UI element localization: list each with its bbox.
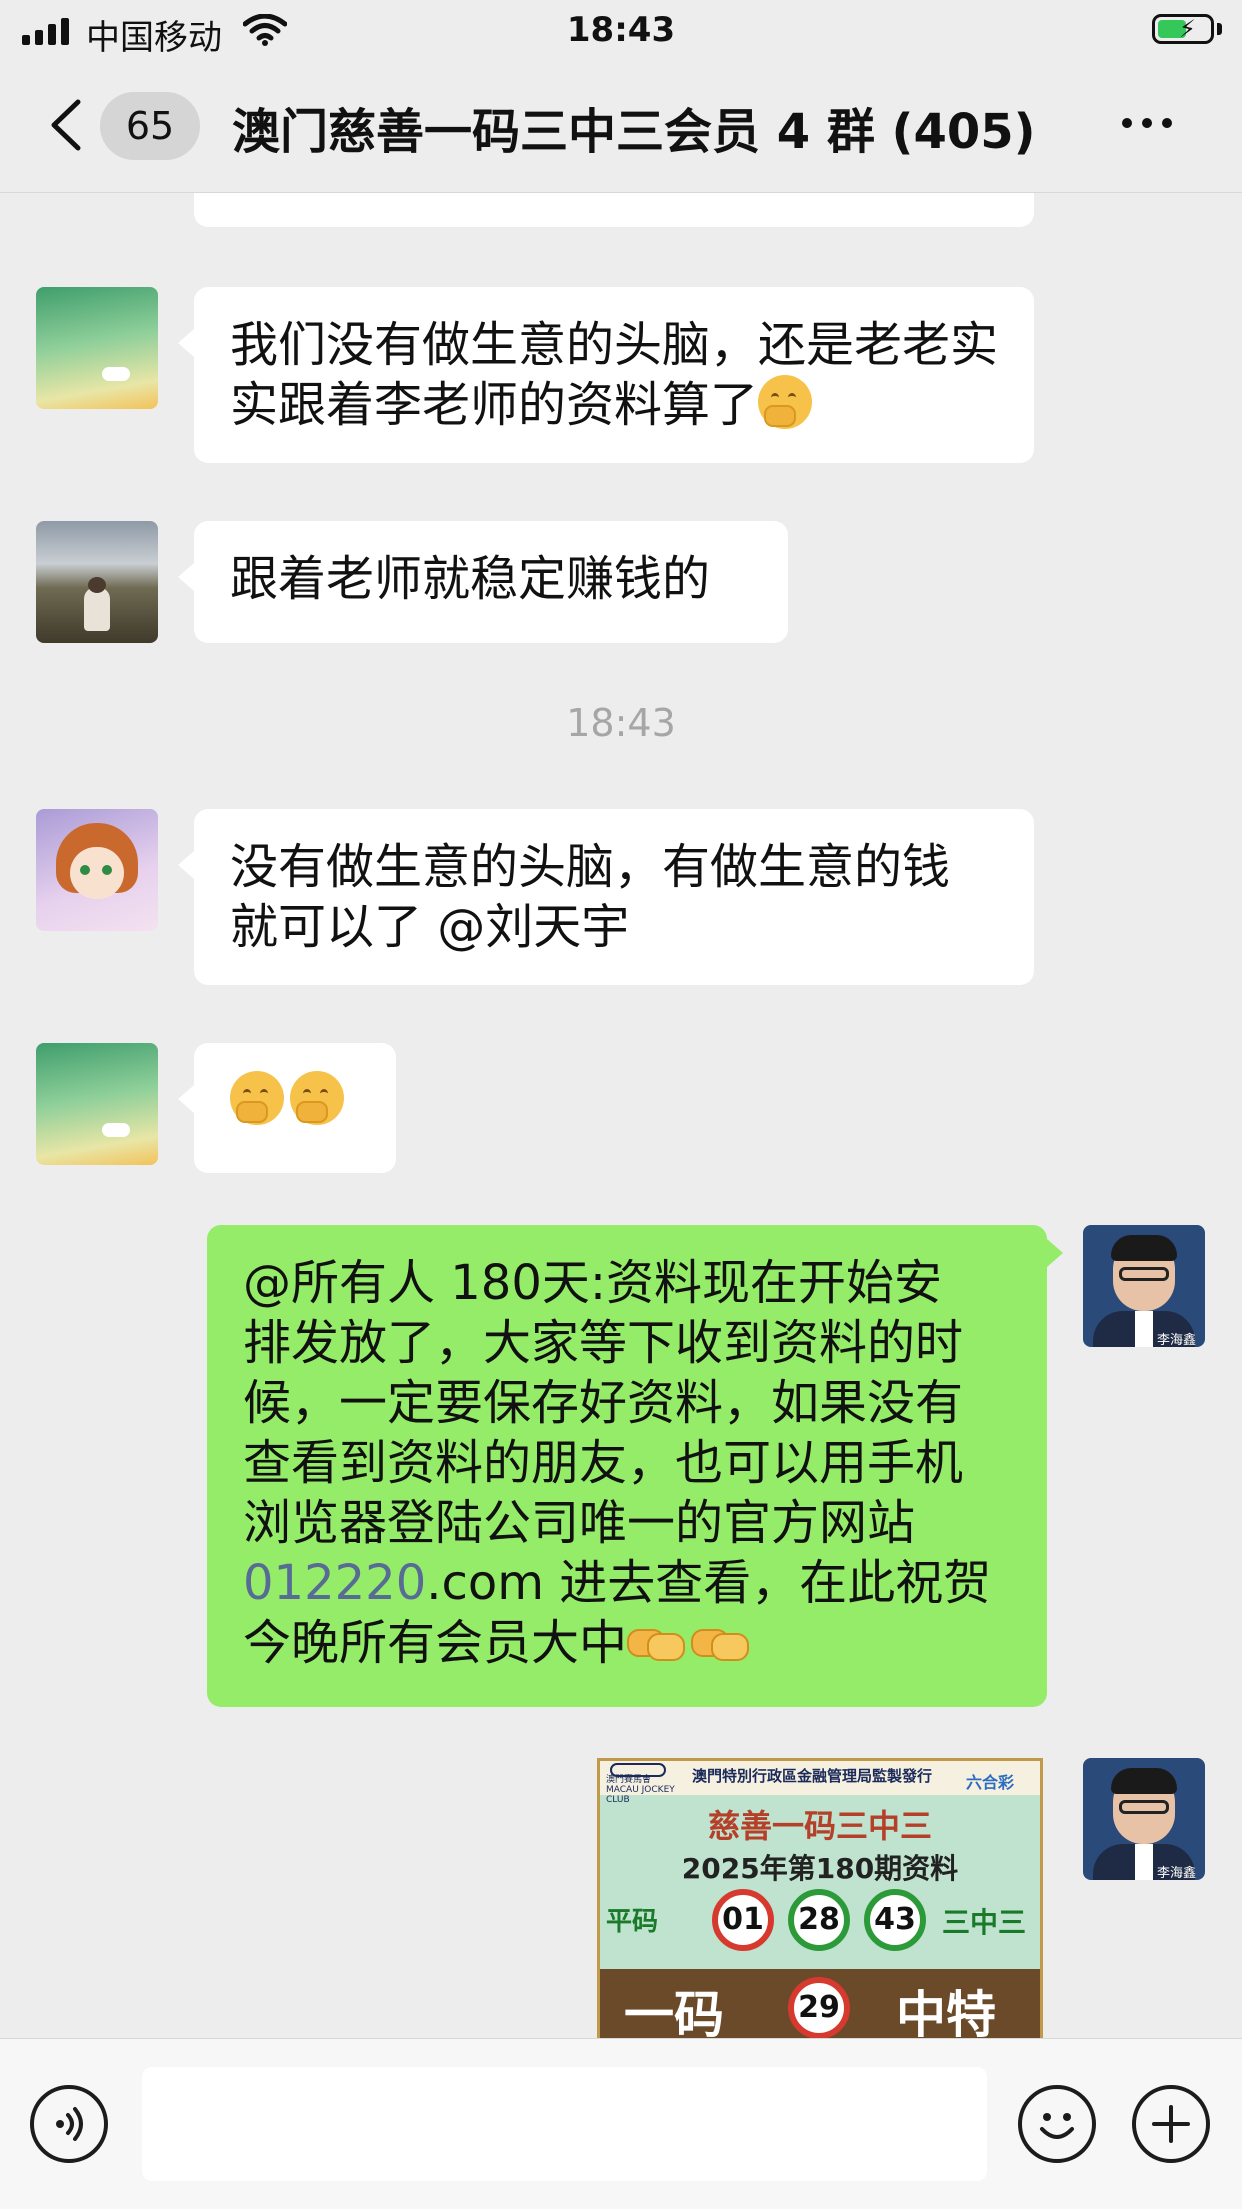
poster-left-label: 平码 (606, 1907, 659, 1937)
message-text: @所有人 180天:资料现在开始安 (243, 1255, 943, 1311)
input-bar (0, 2038, 1242, 2209)
message-bubble-mine[interactable]: @所有人 180天:资料现在开始安 排发放了，大家等下收到资料的时 候，一定要保… (207, 1225, 1047, 1707)
message-text-line: 012220.com 进去查看，在此祝贺 (243, 1553, 1011, 1613)
message-bubble-partial (194, 193, 1034, 227)
message-list[interactable]: 我们没有做生意的头脑，还是老老实实跟着李老师的资料算了 跟着老师就稳定赚钱的 1… (0, 193, 1242, 2038)
thinking-emoji-icon (230, 1071, 284, 1125)
number-ball: 43 (864, 1889, 926, 1951)
chat-header: 65 澳门慈善一码三中三会员 4 群 (405) (0, 62, 1242, 193)
message-text: 就可以了 @刘天宇 (230, 899, 630, 955)
message-bubble[interactable]: 没有做生意的头脑，有做生意的钱 就可以了 @刘天宇 (194, 809, 1034, 985)
website-link[interactable]: 012220 (243, 1555, 426, 1611)
poster-bottom-right: 中特 (896, 1985, 996, 2038)
message-text: .com 进去查看，在此祝贺 (426, 1555, 992, 1611)
message-input[interactable] (142, 2067, 987, 2181)
avatar[interactable] (36, 1043, 158, 1165)
avatar-caption: 李海鑫 (1157, 1866, 1197, 1880)
emoji-button-icon[interactable] (1018, 2085, 1096, 2163)
poster-title: 慈善一码三中三 (707, 1807, 932, 1845)
timestamp: 18:43 (566, 701, 676, 745)
chat-title: 澳门慈善一码三中三会员 4 群 (405) (232, 104, 1036, 160)
message-text: 跟着老师就稳定赚钱的 (230, 551, 711, 607)
message-bubble[interactable]: 跟着老师就稳定赚钱的 (194, 521, 788, 643)
unread-count-badge[interactable]: 65 (100, 92, 200, 160)
thinking-emoji-icon (290, 1071, 344, 1125)
avatar[interactable] (36, 809, 158, 931)
back-chevron-icon[interactable] (38, 90, 108, 160)
thinking-emoji-icon (758, 375, 813, 429)
message-bubble[interactable] (194, 1043, 396, 1173)
voice-input-icon[interactable] (30, 2085, 108, 2163)
poster-brand: 六合彩 (966, 1773, 1015, 1792)
avatar-caption: 李海鑫 (1157, 1333, 1197, 1347)
status-bar: 中国移动 18:43 ⚡ (0, 0, 1242, 62)
message-text: 今晚所有会员大中 (243, 1615, 628, 1671)
avatar-self[interactable]: 李海鑫 (1083, 1225, 1205, 1347)
special-number-ball: 29 (788, 1977, 850, 2038)
poster-bottom-left: 一码 (624, 1985, 724, 2038)
status-time: 18:43 (566, 10, 676, 50)
message-bubble[interactable]: 我们没有做生意的头脑，还是老老实实跟着李老师的资料算了 (194, 287, 1034, 463)
more-options-icon[interactable] (1122, 118, 1172, 128)
plus-icon[interactable] (1132, 2085, 1210, 2163)
message-text: 我们没有做生意的头脑，还是老老实实跟着李老师的资料算了 (230, 317, 999, 433)
number-ball: 01 (712, 1889, 774, 1951)
avatar[interactable] (36, 287, 158, 409)
handshake-emoji-icon (691, 1621, 750, 1663)
poster-right-label: 三中三 (942, 1906, 1027, 1939)
poster-issue: 2025年第180期资料 (681, 1852, 959, 1885)
message-text: 浏览器登陆公司唯一的官方网站 (243, 1495, 916, 1551)
message-text: 候，一定要保存好资料，如果没有 (243, 1375, 964, 1431)
message-text-line: 今晚所有会员大中 (243, 1613, 1011, 1673)
number-ball: 28 (788, 1889, 850, 1951)
battery-icon: ⚡ (1152, 14, 1214, 44)
handshake-emoji-icon (627, 1621, 686, 1663)
message-text: 排发放了，大家等下收到资料的时 (243, 1315, 964, 1371)
battery-tip (1217, 23, 1222, 35)
poster-issuer: 澳門特別行政區金融管理局監製發行 (692, 1767, 933, 1785)
avatar[interactable] (36, 521, 158, 643)
avatar-self[interactable]: 李海鑫 (1083, 1758, 1205, 1880)
lottery-image-message[interactable]: 澳門賽馬會 MACAU JOCKEY CLUB 澳門特別行政區金融管理局監製發行… (597, 1758, 1043, 2038)
message-text: 查看到资料的朋友，也可以用手机 (243, 1435, 964, 1491)
message-text: 没有做生意的头脑，有做生意的钱 (230, 839, 951, 895)
